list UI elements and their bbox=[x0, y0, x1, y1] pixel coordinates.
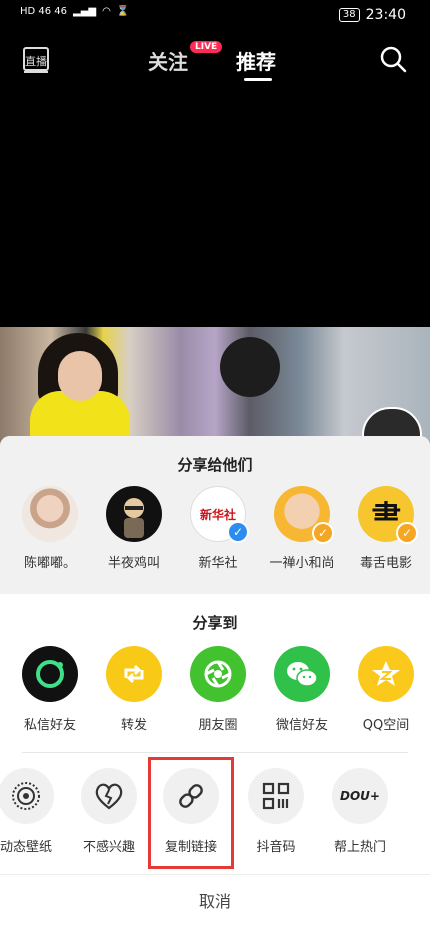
share-app-label: 私信好友 bbox=[23, 718, 76, 733]
qzone-icon bbox=[358, 646, 414, 702]
live-wallpaper-icon bbox=[0, 768, 54, 824]
avatar: ✓ bbox=[274, 486, 334, 544]
video-person-2 bbox=[220, 337, 280, 397]
share-app-item[interactable]: 朋友圈 bbox=[176, 646, 260, 733]
clock: 23:40 bbox=[365, 7, 406, 23]
search-icon[interactable] bbox=[378, 44, 408, 74]
tab-recommended[interactable]: 推荐 bbox=[236, 46, 276, 75]
status-bar-right: 38 23:40 bbox=[338, 7, 406, 23]
share-app-label: 微信好友 bbox=[275, 718, 328, 733]
tab-following[interactable]: 关注 bbox=[148, 46, 188, 75]
contact-name: 一禅小和尚 bbox=[269, 556, 335, 571]
contact-item[interactable]: ⺻ ✓ 毒舌电影 bbox=[344, 486, 428, 571]
verified-check-icon: ✓ bbox=[396, 522, 418, 544]
avatar bbox=[106, 486, 162, 542]
live-tv-icon[interactable]: 直播 bbox=[22, 44, 50, 74]
status-bar: HD 46 46 ▂▄▆ ◠ ⌛ 38 23:40 bbox=[0, 0, 430, 32]
share-sheet: 分享给他们 陈嘟嘟。 半夜鸡叫 新华社 ✓ 新华社 ✓ 一禅小和尚 ⺻ ✓ 毒舌… bbox=[0, 436, 430, 935]
top-navigation: 直播 关注 LIVE 推荐 bbox=[0, 32, 430, 88]
battery-icon: 38 bbox=[338, 8, 360, 22]
copy-link-highlight bbox=[148, 757, 234, 869]
avatar: 新华社 ✓ bbox=[190, 486, 249, 543]
tool-label: 不感兴趣 bbox=[82, 840, 135, 855]
verified-check-icon: ✓ bbox=[312, 522, 334, 544]
contact-name: 陈嘟嘟。 bbox=[23, 556, 76, 571]
divider bbox=[22, 752, 408, 753]
signal-icon: ▂▄▆ bbox=[73, 6, 97, 17]
share-app-item[interactable]: 转发 bbox=[92, 646, 176, 733]
tool-item[interactable]: DOU+ 帮上热门 bbox=[318, 768, 402, 855]
active-tab-indicator bbox=[244, 78, 272, 81]
live-badge: LIVE bbox=[190, 41, 223, 53]
verified-check-icon: ✓ bbox=[227, 521, 249, 543]
share-app-item[interactable]: QQ空间 bbox=[344, 646, 428, 733]
cancel-button[interactable]: 取消 bbox=[0, 888, 430, 912]
avatar: ⺻ ✓ bbox=[358, 486, 418, 544]
tool-item[interactable]: 不感兴趣 bbox=[67, 768, 151, 855]
share-app-list: 私信好友 转发 朋友圈 微信好友 QQ空间 bbox=[0, 646, 430, 746]
contact-name: 毒舌电影 bbox=[359, 556, 412, 571]
repost-icon bbox=[106, 646, 162, 702]
share-app-item[interactable]: 微信好友 bbox=[260, 646, 344, 733]
dou-plus-text: DOU+ bbox=[340, 789, 380, 803]
contact-item[interactable]: ✓ 一禅小和尚 bbox=[260, 486, 344, 571]
share-to-title: 分享到 bbox=[192, 614, 238, 632]
share-app-label: QQ空间 bbox=[362, 718, 410, 733]
contact-item[interactable]: 新华社 ✓ 新华社 bbox=[176, 486, 260, 571]
status-bar-left: HD 46 46 ▂▄▆ ◠ ⌛ bbox=[20, 6, 129, 17]
wifi-icon: ◠ bbox=[102, 6, 111, 17]
tool-item[interactable]: 动态壁纸 bbox=[0, 768, 68, 855]
wechat-icon bbox=[274, 646, 330, 702]
contact-item[interactable]: 半夜鸡叫 bbox=[92, 486, 176, 571]
share-to-people-title: 分享给他们 bbox=[177, 456, 253, 474]
share-app-item[interactable]: 私信好友 bbox=[8, 646, 92, 733]
tool-label: 帮上热门 bbox=[333, 840, 386, 855]
network-indicator: HD 46 46 bbox=[20, 6, 68, 17]
xinhua-logo: 新华社 bbox=[199, 507, 236, 522]
dou-plus-icon: DOU+ bbox=[332, 768, 388, 824]
share-app-label: 朋友圈 bbox=[198, 718, 238, 733]
qr-code-icon bbox=[248, 768, 304, 824]
moments-icon bbox=[190, 646, 246, 702]
contact-list: 陈嘟嘟。 半夜鸡叫 新华社 ✓ 新华社 ✓ 一禅小和尚 ⺻ ✓ 毒舌电影 bbox=[0, 486, 430, 586]
contact-item[interactable]: 陈嘟嘟。 bbox=[8, 486, 92, 571]
share-app-label: 转发 bbox=[120, 718, 147, 733]
hourglass-icon: ⌛ bbox=[116, 6, 130, 17]
avatar bbox=[22, 486, 78, 542]
broken-heart-icon bbox=[81, 768, 137, 824]
direct-message-icon bbox=[22, 646, 78, 702]
divider bbox=[0, 874, 430, 875]
tool-label: 抖音码 bbox=[256, 840, 296, 855]
video-person-face bbox=[58, 351, 102, 401]
contact-name: 半夜鸡叫 bbox=[107, 556, 160, 571]
tool-item[interactable]: 抖音码 bbox=[234, 768, 318, 855]
live-icon-label: 直播 bbox=[25, 54, 47, 68]
share-to-people-section: 分享给他们 陈嘟嘟。 半夜鸡叫 新华社 ✓ 新华社 ✓ 一禅小和尚 ⺻ ✓ 毒舌… bbox=[0, 436, 430, 594]
tool-label: 动态壁纸 bbox=[0, 840, 52, 855]
contact-name: 新华社 bbox=[198, 556, 238, 571]
